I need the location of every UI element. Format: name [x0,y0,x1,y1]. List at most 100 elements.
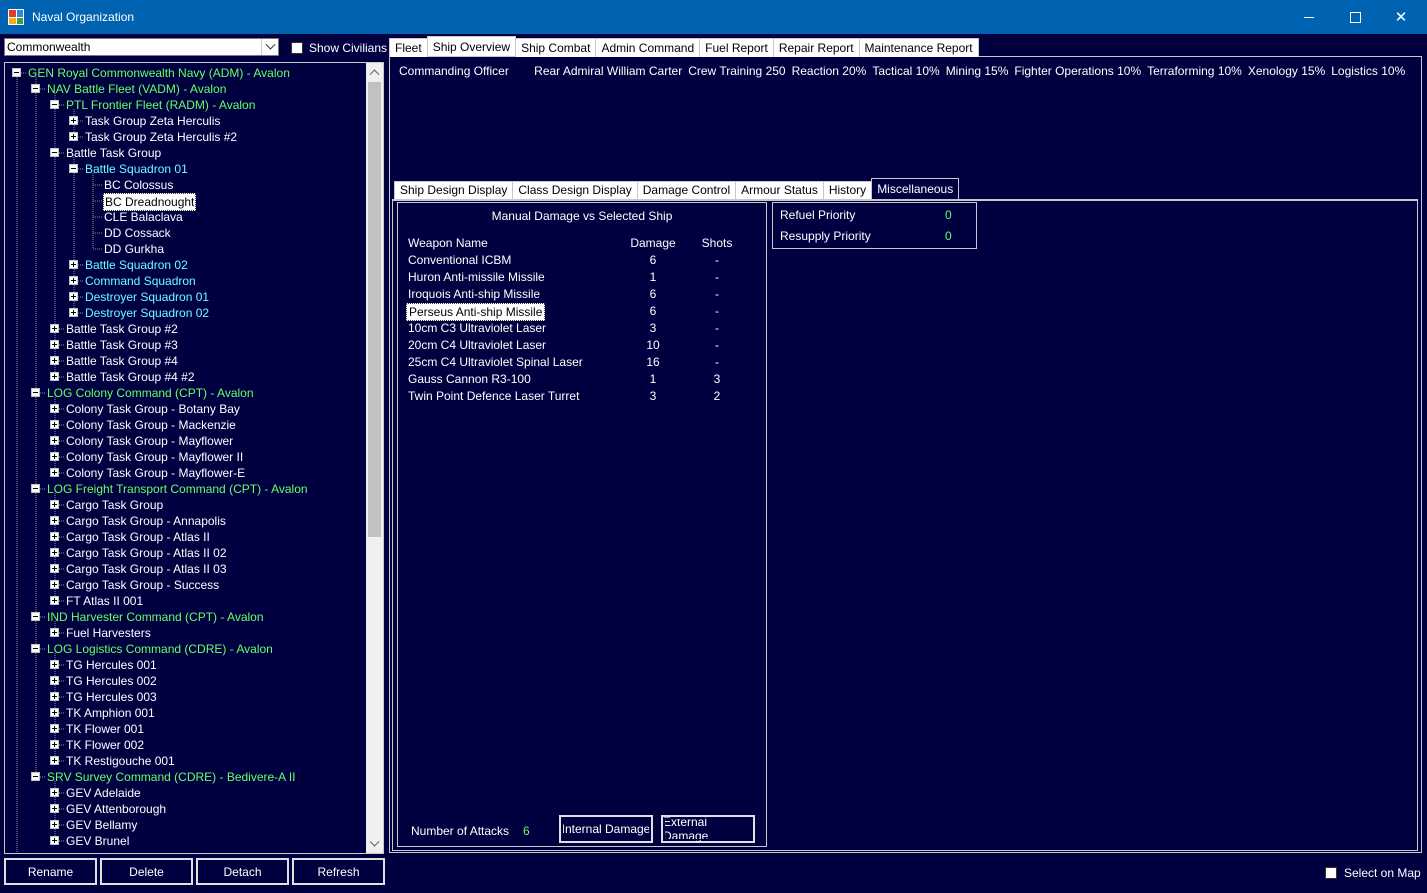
expand-icon[interactable] [69,292,78,301]
expand-icon[interactable] [50,340,59,349]
tree-node-label[interactable]: Task Group Zeta Herculis #2 [84,129,238,145]
tree-node-label[interactable]: IND Harvester Command (CPT) - Avalon [46,609,265,625]
tree-node-label[interactable]: Cargo Task Group - Annapolis [65,513,227,529]
tree-node-label[interactable]: Colony Task Group - Mayflower-E [65,465,246,481]
tree-node-label[interactable]: Cargo Task Group - Atlas II 02 [65,545,228,561]
tree-node-label[interactable]: Battle Task Group [65,145,162,161]
weapon-row[interactable]: 25cm C4 Ultraviolet Spinal Laser 16 - [408,354,758,370]
expand-icon[interactable] [50,628,59,637]
tree-node-label[interactable]: TK Flower 002 [65,737,145,753]
tree-node-label[interactable]: Battle Squadron 01 [84,161,189,177]
expand-icon[interactable] [50,436,59,445]
tree-node-label[interactable]: DD Cossack [103,225,172,241]
expand-icon[interactable] [69,308,78,317]
tree-node-label[interactable]: SRV Survey Command (CDRE) - Bedivere-A I… [46,769,297,785]
tree-node-label[interactable]: TK Flower 001 [65,721,145,737]
tree-node-label[interactable]: Colony Task Group - Mayflower II [65,449,244,465]
tree-node-label[interactable]: Fuel Harvesters [65,625,152,641]
subtab-damage-control[interactable]: Damage Control [636,181,737,199]
tree-node-label[interactable]: Battle Task Group #4 #2 [65,369,196,385]
tab-fuel-report[interactable]: Fuel Report [699,38,774,57]
tree-node-label[interactable]: PTL Frontier Fleet (RADM) - Avalon [65,97,256,113]
expand-icon[interactable] [50,708,59,717]
detach-button[interactable]: Detach [196,858,289,885]
subtab-class-design-display[interactable]: Class Design Display [512,181,638,199]
scroll-thumb[interactable] [368,82,381,537]
expand-icon[interactable] [50,756,59,765]
collapse-icon[interactable] [31,644,40,653]
expand-icon[interactable] [50,724,59,733]
expand-icon[interactable] [50,356,59,365]
chevron-down-icon[interactable] [261,39,278,55]
tree-node-label[interactable]: Destroyer Squadron 02 [84,305,210,321]
tree-node-label[interactable]: Battle Task Group #2 [65,321,179,337]
subtab-ship-design-display[interactable]: Ship Design Display [394,181,514,199]
weapon-row[interactable]: Iroquois Anti-ship Missile 6 - [408,286,758,302]
tree-node-label[interactable]: GEN Royal Commonwealth Navy (ADM) - Aval… [27,65,291,81]
expand-icon[interactable] [50,740,59,749]
tree-node-label[interactable]: Battle Task Group #3 [65,337,179,353]
tree-node-label[interactable]: GEV Bellamy [65,817,138,833]
minimize-button[interactable] [1286,0,1332,34]
expand-icon[interactable] [50,452,59,461]
tree-node-label[interactable]: GEV Adelaide [65,785,142,801]
race-select[interactable]: Commonwealth [4,38,279,56]
tab-admin-command[interactable]: Admin Command [595,38,701,57]
weapon-row[interactable]: Twin Point Defence Laser Turret 3 2 [408,388,758,404]
collapse-icon[interactable] [31,772,40,781]
weapon-row[interactable]: Perseus Anti-ship Missile 6 - [406,303,758,321]
scroll-up-icon[interactable] [366,63,383,80]
tree-node-label[interactable]: TK Restigouche 001 [65,753,176,769]
collapse-icon[interactable] [12,68,21,77]
tree-node-label[interactable]: TG Hercules 001 [65,657,158,673]
tree-node-label[interactable]: NAV Battle Fleet (VADM) - Avalon [46,81,227,97]
tree-node-label[interactable]: Cargo Task Group [65,497,164,513]
collapse-icon[interactable] [31,84,40,93]
select-on-map-checkbox[interactable] [1325,867,1337,879]
tree-node-label[interactable]: Task Group Zeta Herculis [84,113,221,129]
expand-icon[interactable] [50,500,59,509]
expand-icon[interactable] [50,548,59,557]
show-civilians-toggle[interactable]: Show Civilians [291,41,387,55]
collapse-icon[interactable] [50,148,59,157]
expand-icon[interactable] [50,516,59,525]
tree-node-label[interactable]: Colony Task Group - Mackenzie [65,417,237,433]
tree-node-label[interactable]: Command Squadron [84,273,197,289]
expand-icon[interactable] [50,420,59,429]
tree-node-label[interactable]: TK Amphion 001 [65,705,156,721]
show-civilians-checkbox[interactable] [291,42,303,54]
expand-icon[interactable] [50,580,59,589]
expand-icon[interactable] [50,404,59,413]
expand-icon[interactable] [50,820,59,829]
expand-icon[interactable] [50,324,59,333]
subtab-miscellaneous[interactable]: Miscellaneous [871,178,960,199]
tree-node-label[interactable]: CLE Balaclava [103,209,184,225]
expand-icon[interactable] [50,372,59,381]
tree-node-label[interactable]: Colony Task Group - Botany Bay [65,401,241,417]
expand-icon[interactable] [50,660,59,669]
tree-node-label[interactable]: DD Gurkha [103,241,165,257]
expand-icon[interactable] [50,692,59,701]
tree-node-label[interactable]: Colony Task Group - Mayflower [65,433,234,449]
delete-button[interactable]: Delete [100,858,193,885]
tab-ship-overview[interactable]: Ship Overview [426,36,517,56]
expand-icon[interactable] [69,116,78,125]
tree-node-label[interactable]: TG Hercules 003 [65,689,158,705]
resupply-priority-value[interactable]: 0 [945,228,952,244]
tree-node-label[interactable]: LOG Freight Transport Command (CPT) - Av… [46,481,309,497]
expand-icon[interactable] [69,260,78,269]
expand-icon[interactable] [50,676,59,685]
select-on-map-toggle[interactable]: Select on Map [1325,866,1421,880]
tab-ship-combat[interactable]: Ship Combat [515,38,597,57]
tab-fleet[interactable]: Fleet [389,38,428,57]
weapon-row[interactable]: Huron Anti-missile Missile 1 - [408,269,758,285]
maximize-button[interactable] [1332,0,1378,34]
expand-icon[interactable] [50,804,59,813]
expand-icon[interactable] [50,596,59,605]
tree-node-label[interactable]: Battle Squadron 02 [84,257,189,273]
tree-node-label[interactable]: GEV Brunel [65,833,130,849]
subtab-armour-status[interactable]: Armour Status [735,181,824,199]
close-button[interactable]: ✕ [1378,0,1424,34]
collapse-icon[interactable] [31,484,40,493]
collapse-icon[interactable] [50,100,59,109]
